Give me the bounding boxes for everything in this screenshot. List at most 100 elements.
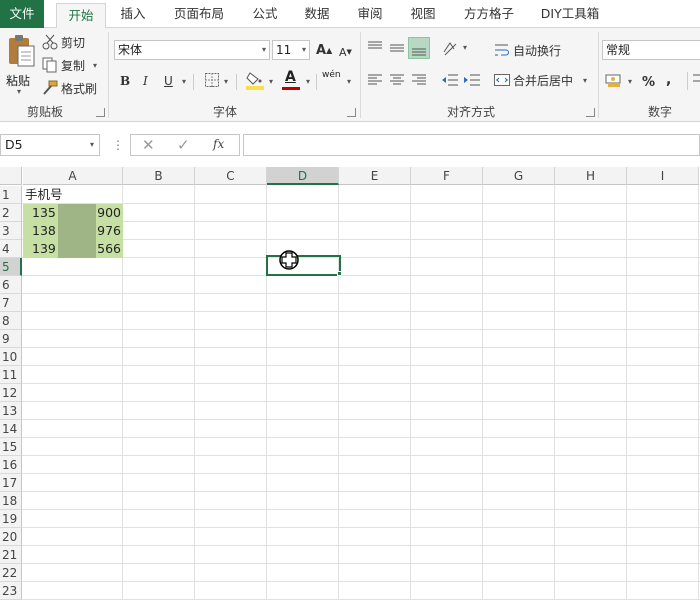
wrap-text-button[interactable]: 自动换行 (494, 40, 561, 60)
merge-dropdown-icon[interactable]: ▾ (583, 76, 587, 85)
row-header-22[interactable]: 22 (0, 564, 22, 582)
row-header-3[interactable]: 3 (0, 222, 22, 240)
row-header-13[interactable]: 13 (0, 402, 22, 420)
bold-button[interactable]: B (120, 71, 130, 91)
tab-fangfang-gezi[interactable]: 方方格子 (455, 0, 523, 28)
tab-data[interactable]: 数据 (296, 0, 338, 28)
tab-insert[interactable]: 插入 (112, 0, 154, 28)
top-align-button[interactable] (367, 40, 383, 59)
fill-color-button[interactable] (246, 70, 264, 93)
font-name-select[interactable]: 宋体 ▾ (114, 40, 270, 60)
column-header-d[interactable]: D (267, 167, 339, 185)
paste-dropdown-icon[interactable]: ▾ (17, 87, 21, 96)
format-painter-button[interactable]: 格式刷 (42, 78, 97, 98)
number-format-select[interactable]: 常规 (602, 40, 700, 60)
grow-font-button[interactable]: A ▲ (316, 40, 332, 60)
borders-button[interactable] (205, 73, 219, 90)
fill-color-dropdown-icon[interactable]: ▾ (269, 77, 273, 86)
merge-center-button[interactable]: 合并后居中 ▾ (494, 70, 587, 90)
align-center-button[interactable] (389, 73, 405, 90)
font-color-dropdown-icon[interactable]: ▾ (306, 77, 310, 86)
decrease-indent-button[interactable] (441, 73, 459, 90)
fill-handle[interactable] (337, 271, 342, 276)
more-options-icon[interactable]: ⋮ (112, 138, 124, 152)
row-header-4[interactable]: 4 (0, 240, 22, 258)
middle-align-button[interactable] (389, 40, 405, 59)
tab-home[interactable]: 开始 (56, 3, 106, 29)
comma-style-button[interactable]: , (666, 70, 671, 90)
row-header-2[interactable]: 2 (0, 204, 22, 222)
row-header-10[interactable]: 10 (0, 348, 22, 366)
bottom-align-button[interactable] (408, 37, 430, 59)
tab-file[interactable]: 文件 (0, 0, 44, 28)
copy-button[interactable]: 复制 ▾ (42, 55, 97, 75)
row-header-12[interactable]: 12 (0, 384, 22, 402)
alignment-launcher-icon[interactable] (586, 108, 595, 117)
phonetic-dropdown-icon[interactable]: ▾ (347, 77, 351, 86)
name-box-dropdown-icon[interactable]: ▾ (90, 135, 94, 155)
borders-dropdown-icon[interactable]: ▾ (224, 77, 228, 86)
cell-a1[interactable]: 手机号 (23, 186, 123, 204)
confirm-entry-icon[interactable]: ✓ (177, 136, 190, 154)
phonetic-guide-button[interactable]: wén (322, 70, 341, 80)
increase-decimal-button[interactable] (692, 72, 700, 91)
cut-button[interactable]: 剪切 (42, 32, 85, 52)
column-header-g[interactable]: G (483, 167, 555, 185)
cancel-entry-icon[interactable]: ✕ (142, 136, 155, 154)
worksheet-grid[interactable]: ABCDEFGHI 1 2 3 4 5 6 7 8 9 10 11 12 13 14 15 16 17 18 19 2… (0, 167, 700, 600)
clipboard-launcher-icon[interactable] (96, 108, 105, 117)
formula-buttons: ✕ ✓ fx (130, 134, 240, 156)
gridline-vertical (194, 185, 195, 600)
row-header-20[interactable]: 20 (0, 528, 22, 546)
increase-indent-button[interactable] (463, 73, 481, 90)
column-header-h[interactable]: H (555, 167, 627, 185)
accounting-dropdown-icon[interactable]: ▾ (628, 77, 632, 86)
name-box[interactable]: D5 ▾ (0, 134, 100, 156)
column-header-i[interactable]: I (627, 167, 699, 185)
row-header-17[interactable]: 17 (0, 474, 22, 492)
column-header-b[interactable]: B (123, 167, 195, 185)
column-header-c[interactable]: C (195, 167, 267, 185)
row-header-8[interactable]: 8 (0, 312, 22, 330)
gridline-horizontal (22, 365, 700, 366)
accounting-format-button[interactable] (605, 72, 623, 91)
copy-dropdown-icon[interactable]: ▾ (93, 61, 97, 70)
font-launcher-icon[interactable] (347, 108, 356, 117)
paste-button[interactable]: 粘贴 ▾ (4, 32, 38, 96)
underline-dropdown-icon[interactable]: ▾ (182, 77, 186, 86)
percent-button[interactable]: % (642, 72, 655, 92)
row-header-14[interactable]: 14 (0, 420, 22, 438)
select-all-button[interactable] (0, 167, 22, 185)
tab-page-layout[interactable]: 页面布局 (165, 0, 233, 28)
row-header-6[interactable]: 6 (0, 276, 22, 294)
column-header-a[interactable]: A (23, 167, 123, 185)
row-header-5[interactable]: 5 (0, 258, 22, 276)
row-header-21[interactable]: 21 (0, 546, 22, 564)
align-right-button[interactable] (411, 73, 427, 90)
gridline-horizontal (22, 329, 700, 330)
underline-button[interactable]: U (164, 71, 173, 91)
row-header-1[interactable]: 1 (0, 186, 22, 204)
row-header-23[interactable]: 23 (0, 582, 22, 600)
align-left-button[interactable] (367, 73, 383, 90)
tab-view[interactable]: 视图 (402, 0, 444, 28)
orientation-button[interactable] (442, 40, 458, 59)
row-header-16[interactable]: 16 (0, 456, 22, 474)
tab-formulas[interactable]: 公式 (244, 0, 286, 28)
shrink-font-button[interactable]: A ▼ (339, 42, 352, 62)
tab-review[interactable]: 审阅 (349, 0, 391, 28)
orientation-dropdown-icon[interactable]: ▾ (463, 43, 467, 52)
row-header-11[interactable]: 11 (0, 366, 22, 384)
font-size-select[interactable]: 11 ▾ (272, 40, 310, 60)
italic-button[interactable]: I (143, 71, 148, 91)
row-header-19[interactable]: 19 (0, 510, 22, 528)
column-header-f[interactable]: F (411, 167, 483, 185)
column-header-e[interactable]: E (339, 167, 411, 185)
tab-diy-toolbox[interactable]: DIY工具箱 (533, 0, 607, 28)
row-header-18[interactable]: 18 (0, 492, 22, 510)
row-header-7[interactable]: 7 (0, 294, 22, 312)
formula-input[interactable] (243, 134, 700, 156)
row-header-9[interactable]: 9 (0, 330, 22, 348)
insert-function-icon[interactable]: fx (213, 137, 224, 151)
row-header-15[interactable]: 15 (0, 438, 22, 456)
